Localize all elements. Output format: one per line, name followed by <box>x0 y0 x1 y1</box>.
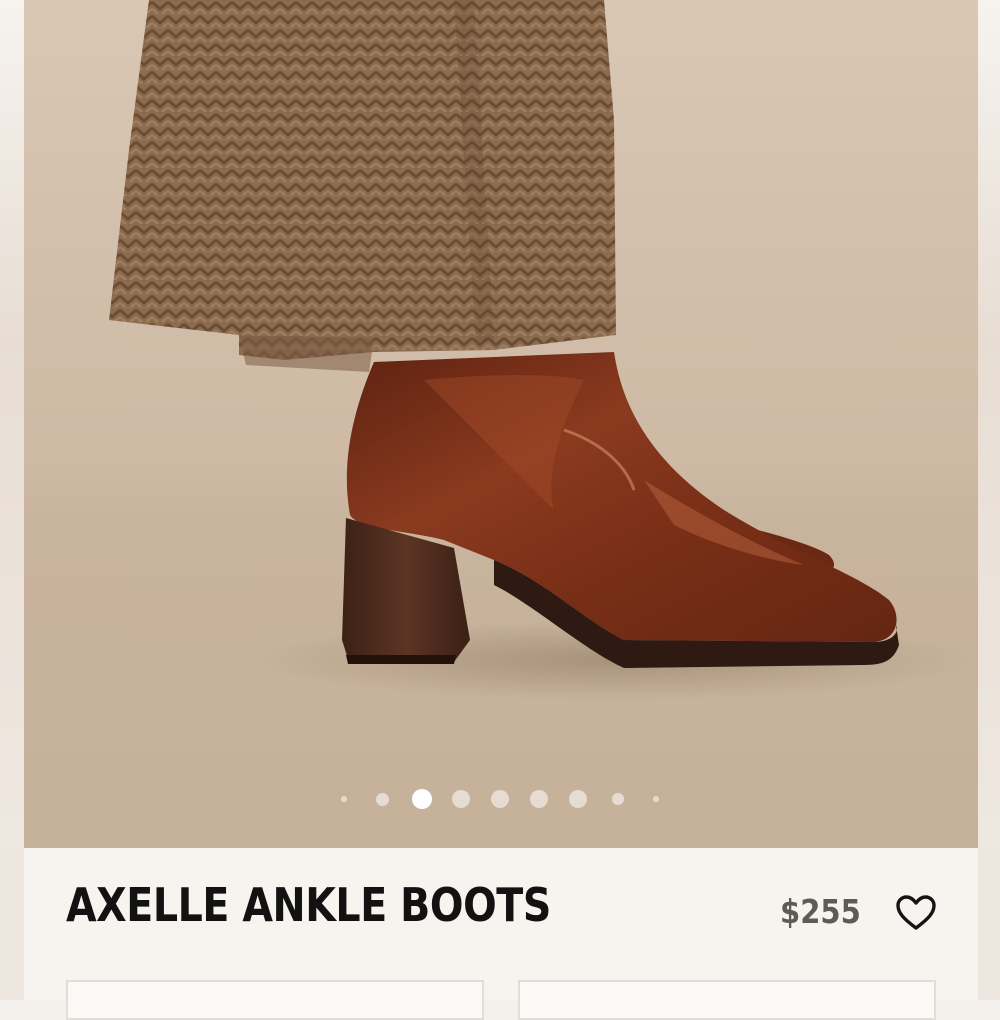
product-title: AXELLE ANKLE BOOTS <box>66 878 551 932</box>
gallery-dot[interactable] <box>452 790 470 808</box>
gallery-dot[interactable] <box>653 796 659 802</box>
product-photo <box>24 0 978 848</box>
option-selector-left[interactable] <box>66 980 484 1020</box>
heart-outline-icon <box>896 895 936 930</box>
gallery-dot[interactable] <box>376 793 389 806</box>
gallery-dot[interactable] <box>341 796 347 802</box>
product-price: $255 <box>780 892 861 931</box>
gallery-dot-active[interactable] <box>412 789 432 809</box>
gallery-dot[interactable] <box>569 790 587 808</box>
left-edge <box>0 0 24 848</box>
product-info-panel: AXELLE ANKLE BOOTS $255 <box>24 848 978 1020</box>
page: AXELLE ANKLE BOOTS $255 <box>0 0 1000 1020</box>
wishlist-button[interactable] <box>894 892 938 934</box>
gallery-dot[interactable] <box>530 790 548 808</box>
gallery-pagination[interactable] <box>24 787 978 811</box>
gallery-dot[interactable] <box>491 790 509 808</box>
right-edge <box>976 0 1000 848</box>
gallery-dot[interactable] <box>612 793 624 805</box>
option-selector-right[interactable] <box>518 980 936 1020</box>
product-image-gallery[interactable] <box>24 0 978 848</box>
